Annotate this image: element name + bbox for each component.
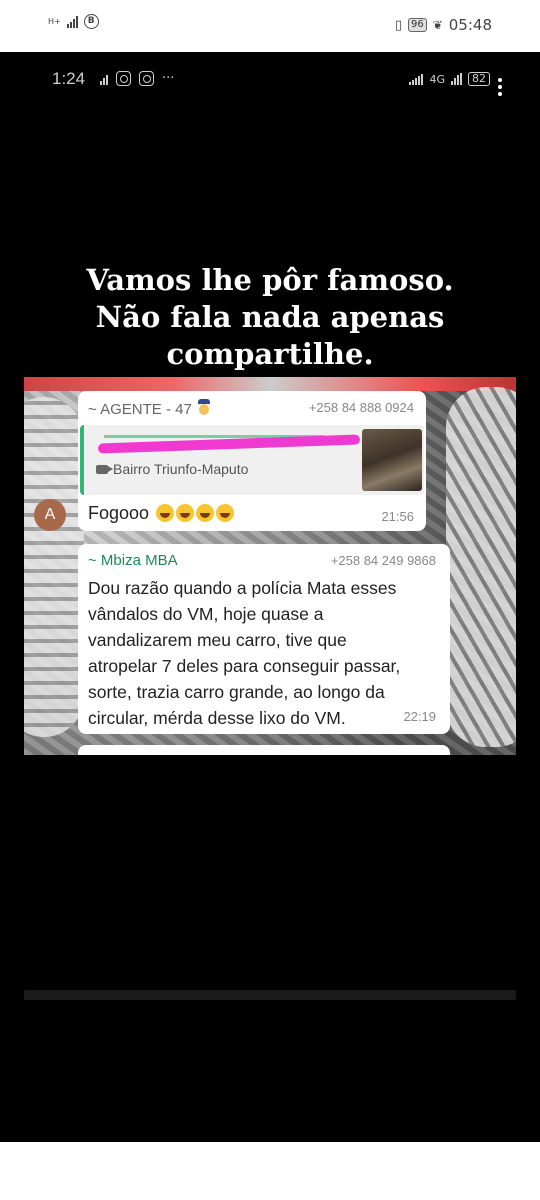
kebab-menu-icon[interactable] xyxy=(498,78,504,99)
chat-screenshot-image: ~ AGENTE - 47 +258 84 888 0924 Bairro Tr… xyxy=(24,377,516,755)
chat-message: ~ Mbiza MBA +258 84 249 9868 Dou razão q… xyxy=(78,544,450,734)
message-sender: ~ Mbiza MBA xyxy=(88,552,178,569)
b-circle-icon: B xyxy=(83,14,99,29)
message-text: Fogooo xyxy=(88,503,235,524)
battery-level: 96 xyxy=(407,18,427,32)
message-sender: ~ AGENTE - 47 xyxy=(88,399,212,418)
quoted-video-thumbnail xyxy=(362,429,422,491)
vibrate-icon: ▯ xyxy=(394,17,402,33)
signal-bars-icon xyxy=(66,15,78,28)
story-divider xyxy=(24,990,516,1000)
avatar: A xyxy=(34,499,66,531)
story-headline: Vamos lhe pôr famoso. Não fala nada apen… xyxy=(0,262,540,373)
inner-battery: 82 xyxy=(468,72,490,86)
video-icon xyxy=(96,465,113,474)
leaf-icon: ❦ xyxy=(432,18,443,32)
clock: 05:48 xyxy=(448,16,492,34)
instagram-icon xyxy=(139,71,154,86)
headline-line: Não fala nada apenas xyxy=(95,300,445,334)
device-status-bar: H+ B ▯ 96 ❦ 05:48 xyxy=(0,0,540,52)
quoted-location: Bairro Triunfo-Maputo xyxy=(96,461,248,477)
chat-message-partial xyxy=(78,745,450,755)
inner-status-bar: 1:24 ··· 4G 82 xyxy=(0,52,540,108)
background-shoe-detail xyxy=(446,387,516,747)
tears-of-joy-emoji xyxy=(156,504,175,522)
network-type: H+ xyxy=(48,16,61,26)
sender-phone: +258 84 249 9868 xyxy=(330,553,436,568)
inner-signal-icon xyxy=(451,73,462,85)
instagram-icon xyxy=(116,71,131,86)
inner-signal-icon xyxy=(409,73,424,85)
message-text: Dou razão quando a polícia Mata esses vâ… xyxy=(88,578,401,728)
message-time: 22:19 xyxy=(403,709,436,724)
sender-phone: +258 84 888 0924 xyxy=(308,400,414,415)
background-shoe-detail xyxy=(24,377,516,391)
tears-of-joy-emoji xyxy=(176,504,195,522)
inner-signal-icon xyxy=(100,73,108,85)
tears-of-joy-emoji xyxy=(216,504,235,522)
police-officer-emoji xyxy=(196,399,212,417)
tears-of-joy-emoji xyxy=(196,504,215,522)
more-notifications: ··· xyxy=(162,71,175,86)
inner-network-type: 4G xyxy=(429,72,445,86)
navigation-area xyxy=(0,1142,540,1200)
headline-line: compartilhe. xyxy=(166,337,374,371)
chat-message: ~ AGENTE - 47 +258 84 888 0924 Bairro Tr… xyxy=(78,391,426,531)
inner-clock: 1:24 xyxy=(52,69,86,88)
message-time: 21:56 xyxy=(381,509,414,524)
headline-line: Vamos lhe pôr famoso. xyxy=(86,263,454,297)
story-viewer[interactable]: 1:24 ··· 4G 82 Vamos lhe pôr famoso. Não… xyxy=(0,52,540,1185)
quoted-message: Bairro Triunfo-Maputo xyxy=(80,425,424,495)
background-shoe-detail xyxy=(24,397,84,737)
